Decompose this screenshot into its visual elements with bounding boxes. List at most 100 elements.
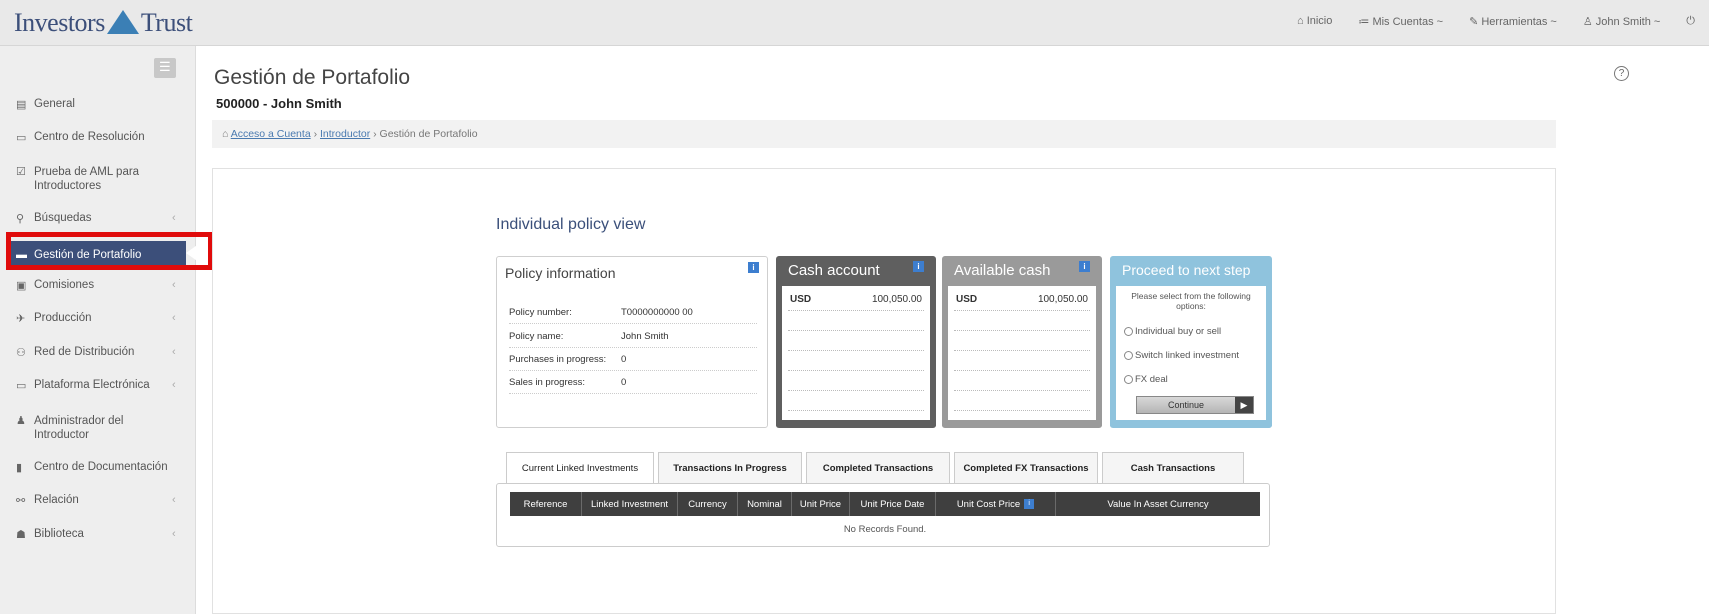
tab-in-progress[interactable]: Transactions In Progress	[658, 452, 802, 484]
help-icon[interactable]: ?	[1614, 66, 1629, 81]
tab-current-linked[interactable]: Current Linked Investments	[506, 452, 654, 484]
accounts-label: Mis Cuentas ~	[1372, 16, 1444, 28]
continue-button[interactable]: Continue ▶	[1136, 396, 1254, 414]
arrow-right-icon: ▶	[1235, 397, 1253, 413]
option-fx[interactable]: FX deal	[1124, 374, 1168, 385]
breadcrumb: ⌂ Acceso a Cuenta › Introductor › Gestió…	[212, 120, 1556, 148]
currency-label: USD	[956, 294, 978, 305]
policy-value: 0	[621, 377, 627, 388]
sidebar-item-distribution[interactable]: ⚇ Red de Distribución ‹	[0, 346, 196, 359]
divider	[954, 370, 1090, 371]
network-icon: ⚇	[16, 347, 26, 359]
info-icon[interactable]: i	[913, 261, 924, 272]
sidebar-item-label: Búsquedas	[34, 212, 92, 224]
brand-word-right: Trust	[140, 8, 193, 37]
sidebar-item-relation[interactable]: ⚯ Relación ‹	[0, 494, 196, 507]
sidebar-item-commissions[interactable]: ▣ Comisiones ‹	[0, 279, 196, 292]
sidebar-item-aml[interactable]: ☑ Prueba de AML para Introductores	[0, 165, 196, 193]
home-label: Inicio	[1306, 15, 1333, 27]
cash-account-title: Cash account	[788, 262, 880, 279]
sidebar-item-search[interactable]: ⚲ Búsquedas ‹	[0, 212, 196, 225]
policy-key: Purchases in progress:	[509, 354, 607, 365]
column-header[interactable]: Value In Asset Currency	[1056, 492, 1260, 516]
users-icon: ♟	[16, 415, 26, 427]
divider	[788, 390, 924, 391]
column-label: Unit Cost Price	[956, 498, 1021, 510]
tab-cash[interactable]: Cash Transactions	[1102, 452, 1244, 484]
cash-amount: 100,050.00	[871, 294, 922, 305]
sidebar-item-label: Producción	[34, 312, 92, 324]
tab-completed[interactable]: Completed Transactions	[806, 452, 950, 484]
money-icon: ▣	[16, 280, 27, 292]
available-cash-title: Available cash	[954, 262, 1051, 279]
radio-button[interactable]	[1124, 327, 1133, 336]
sidebar-item-label: Biblioteca	[34, 528, 84, 540]
chevron-left-icon: ‹	[172, 212, 176, 224]
tab-completed-fx[interactable]: Completed FX Transactions	[954, 452, 1098, 484]
column-header[interactable]: Nominal	[738, 492, 792, 516]
sidebar-item-resolution[interactable]: ▭ Centro de Resolución	[0, 131, 196, 144]
sidebar-item-label: Red de Distribución	[34, 346, 135, 358]
option-switch[interactable]: Switch linked investment	[1124, 350, 1239, 361]
policy-info-card: Policy information i Policy number: T0000…	[496, 256, 768, 428]
policy-value: John Smith	[621, 331, 669, 342]
column-header[interactable]: Linked Investment	[582, 492, 678, 516]
relation-icon: ⚯	[16, 495, 26, 507]
chevron-left-icon: ‹	[172, 494, 176, 506]
divider	[788, 350, 924, 351]
divider	[954, 350, 1090, 351]
column-header[interactable]: Currency	[678, 492, 738, 516]
next-step-title: Proceed to next step	[1122, 262, 1251, 278]
sidebar-item-admin[interactable]: ♟ Administrador del Introductor	[0, 414, 196, 442]
sidebar-item-label: Centro de Resolución	[34, 131, 145, 143]
info-icon[interactable]: i	[748, 262, 759, 273]
column-header[interactable]: Reference	[510, 492, 582, 516]
user-menu[interactable]: ♙ John Smith ~	[1583, 15, 1660, 28]
sidebar-item-documents[interactable]: ▮ Centro de Documentación	[0, 461, 196, 474]
option-label: Switch linked investment	[1135, 350, 1240, 361]
column-header[interactable]: Unit Cost Price i	[936, 492, 1056, 516]
sidebar-item-label: Administrador del Introductor	[34, 415, 124, 441]
top-bar: Investors Trust ⌂ Inicio ≔ Mis Cuentas ~…	[0, 0, 1709, 46]
divider	[954, 390, 1090, 391]
power-icon[interactable]: ⏻	[1686, 15, 1695, 28]
option-buy-sell[interactable]: Individual buy or sell	[1124, 326, 1221, 337]
available-amount: 100,050.00	[1037, 294, 1088, 305]
next-step-instructions: Please select from the following options…	[1131, 291, 1251, 311]
column-header[interactable]: Unit Price	[792, 492, 850, 516]
divider	[788, 370, 924, 371]
radio-button[interactable]	[1124, 375, 1133, 384]
radio-button[interactable]	[1124, 351, 1133, 360]
sidebar-item-library[interactable]: ☗ Biblioteca ‹	[0, 528, 196, 541]
column-header[interactable]: Unit Price Date	[850, 492, 936, 516]
policy-key: Sales in progress:	[509, 377, 586, 388]
option-label: Individual buy or sell	[1135, 326, 1222, 337]
info-icon[interactable]: i	[1024, 499, 1035, 509]
accounts-menu[interactable]: ≔ Mis Cuentas ~	[1358, 15, 1443, 28]
divider	[954, 310, 1090, 311]
divider	[954, 330, 1090, 331]
sidebar-item-label: General	[34, 98, 75, 110]
info-icon[interactable]: i	[1079, 261, 1090, 272]
breadcrumb-account-link[interactable]: Acceso a Cuenta	[231, 128, 311, 140]
tools-menu[interactable]: ✎ Herramientas ~	[1469, 15, 1557, 28]
empty-message: No Records Found.	[843, 524, 927, 535]
breadcrumb-introducer-link[interactable]: Introductor	[320, 128, 370, 140]
brand-logo[interactable]: Investors Trust	[14, 8, 193, 38]
policy-row: Policy name: John Smith	[509, 331, 757, 348]
logo-triangle-icon	[106, 10, 139, 34]
policy-view-title: Individual policy view	[496, 216, 646, 233]
page-subtitle: 500000 - John Smith	[216, 96, 342, 111]
divider	[788, 410, 924, 411]
sidebar-toggle-button[interactable]	[154, 58, 176, 78]
sidebar-item-platform[interactable]: ▭ Plataforma Electrónica ‹	[0, 379, 196, 392]
home-icon: ⌂	[222, 128, 229, 140]
sidebar-item-production[interactable]: ✈ Producción ‹	[0, 312, 196, 325]
chevron-left-icon: ‹	[172, 528, 176, 540]
home-link[interactable]: ⌂ Inicio	[1297, 15, 1332, 28]
sidebar-item-label: Centro de Documentación	[34, 461, 168, 473]
policy-row: Purchases in progress: 0	[509, 354, 757, 371]
sidebar-item-general[interactable]: ▤ General	[0, 98, 196, 111]
policy-key: Policy number:	[509, 307, 572, 318]
divider	[788, 310, 924, 311]
